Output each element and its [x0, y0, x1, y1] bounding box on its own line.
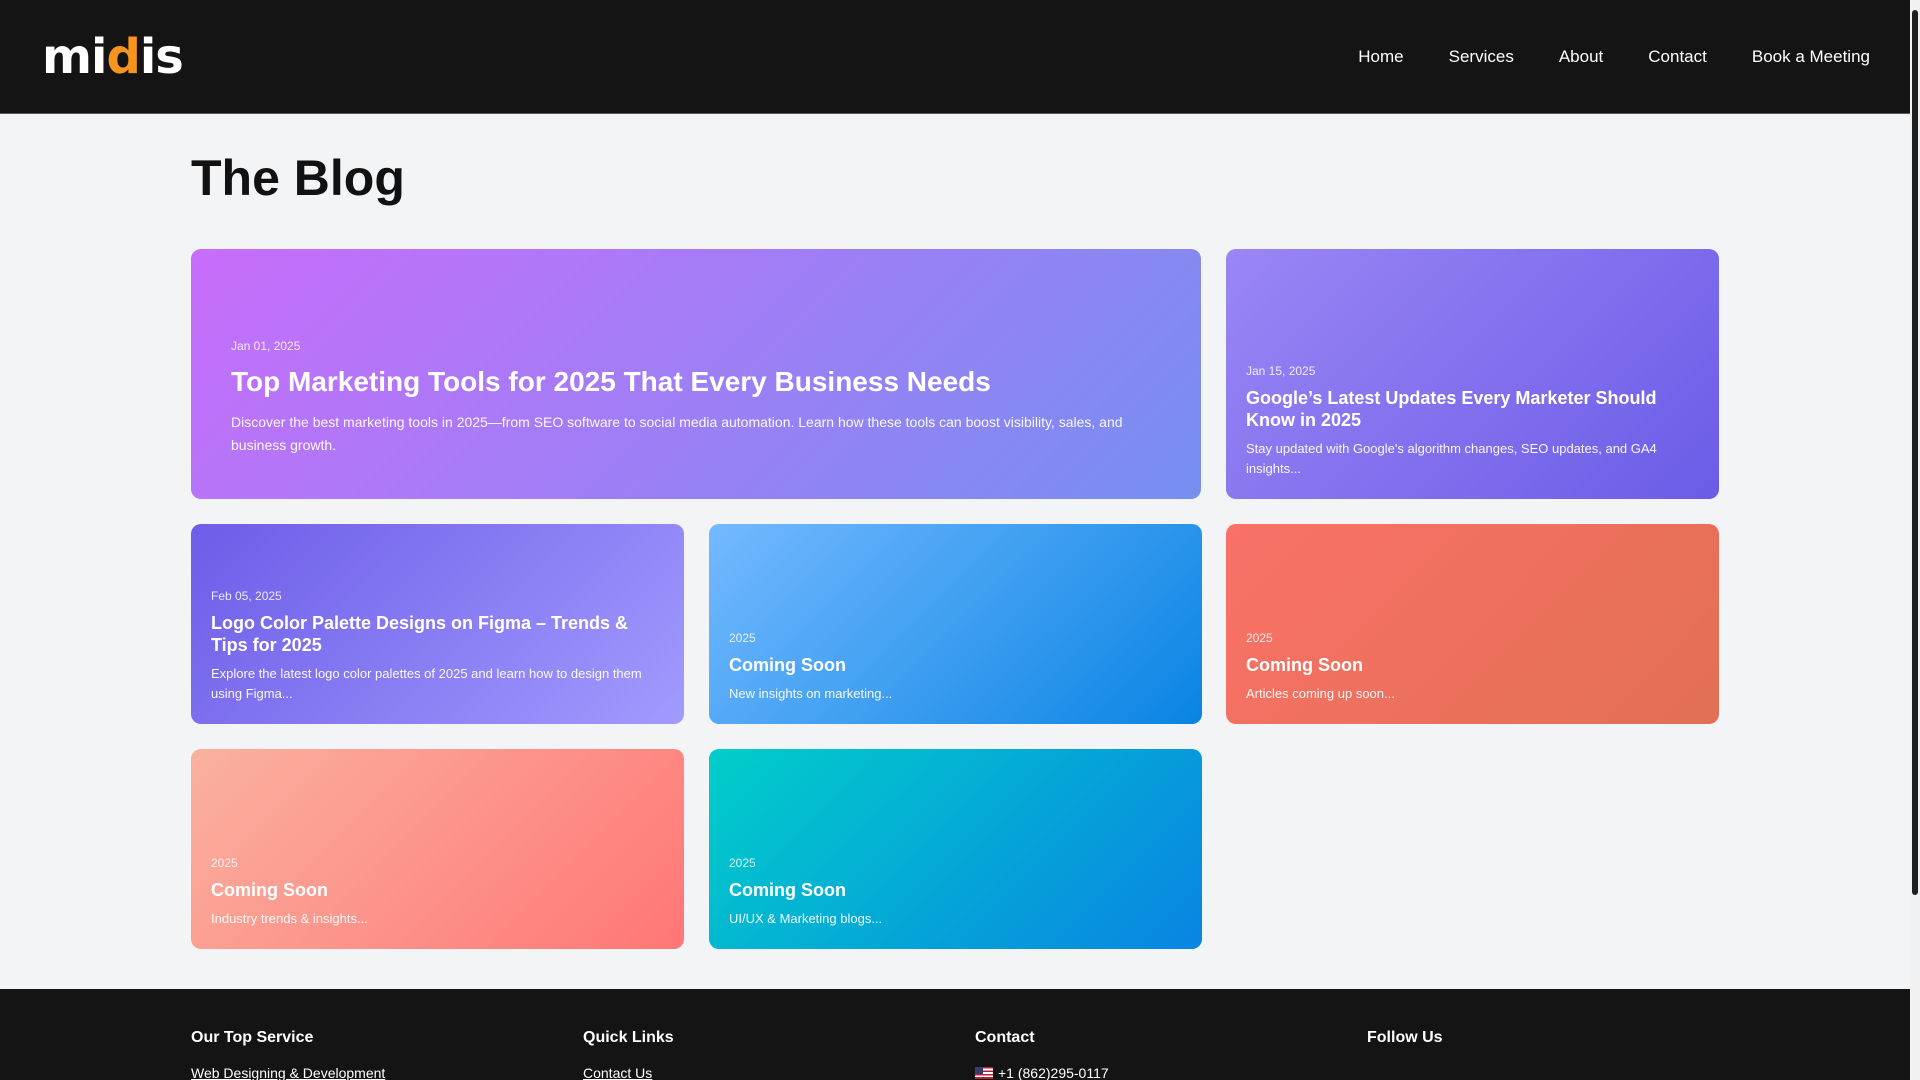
nav-services[interactable]: Services [1449, 47, 1514, 67]
nav-contact[interactable]: Contact [1648, 47, 1707, 67]
blog-card[interactable]: Jan 15, 2025 Google’s Latest Updates Eve… [1226, 249, 1719, 499]
card-date: Feb 05, 2025 [211, 588, 282, 603]
card-title: Google’s Latest Updates Every Marketer S… [1246, 387, 1657, 430]
logo-wordmark: midis [42, 28, 184, 85]
page-title: The Blog [191, 150, 405, 206]
site-logo[interactable]: midis [42, 33, 184, 81]
nav-about[interactable]: About [1559, 47, 1603, 67]
card-title: Logo Color Palette Designs on Figma – Tr… [211, 612, 629, 655]
footer-heading-service: Our Top Service [191, 1029, 314, 1046]
card-excerpt: Discover the best marketing tools in 202… [231, 413, 1123, 453]
main-nav: Home Services About Contact Book a Meeti… [1313, 47, 1870, 67]
card-title: Coming Soon [1246, 654, 1363, 675]
us-flag-icon [975, 1067, 993, 1079]
footer-phone[interactable]: +1 (862)295-0117 [975, 1065, 1109, 1080]
footer-link-contact-us[interactable]: Contact Us [583, 1065, 652, 1080]
blog-card[interactable]: 2025 Coming Soon UI/UX & Marketing blogs… [709, 749, 1202, 949]
footer-links-col: Quick Links Contact Us [583, 1029, 674, 1080]
card-excerpt: Articles coming up soon... [1246, 685, 1395, 701]
footer-link-web-design[interactable]: Web Designing & Development [191, 1065, 385, 1080]
page-scrollbar[interactable] [1910, 0, 1920, 1080]
card-excerpt: Stay updated with Google's algorithm cha… [1246, 440, 1657, 476]
footer-heading-links: Quick Links [583, 1029, 674, 1046]
blog-card[interactable]: 2025 Coming Soon Articles coming up soon… [1226, 524, 1719, 724]
card-date: Jan 01, 2025 [231, 338, 301, 353]
site-header: midis Home Services About Contact Book a… [0, 0, 1910, 114]
blog-card-featured[interactable]: Jan 01, 2025 Top Marketing Tools for 202… [191, 249, 1201, 499]
card-excerpt: New insights on marketing... [729, 685, 893, 701]
nav-book-meeting[interactable]: Book a Meeting [1752, 47, 1870, 67]
card-title: Coming Soon [729, 879, 846, 900]
card-date: 2025 [729, 855, 756, 870]
card-date: Jan 15, 2025 [1246, 363, 1316, 378]
card-date: 2025 [211, 855, 238, 870]
card-title: Coming Soon [729, 654, 846, 675]
card-date: 2025 [1246, 630, 1273, 645]
footer-service-col: Our Top Service Web Designing & Developm… [191, 1029, 385, 1080]
footer-heading-contact: Contact [975, 1029, 1035, 1046]
footer-heading-follow: Follow Us [1367, 1029, 1443, 1046]
footer-follow-col: Follow Us [1367, 1029, 1443, 1065]
card-excerpt: Explore the latest logo color palettes o… [211, 665, 642, 701]
card-excerpt: Industry trends & insights... [211, 910, 368, 926]
blog-card[interactable]: Feb 05, 2025 Logo Color Palette Designs … [191, 524, 684, 724]
card-title: Top Marketing Tools for 2025 That Every … [231, 365, 991, 397]
blog-card[interactable]: 2025 Coming Soon Industry trends & insig… [191, 749, 684, 949]
blog-card[interactable]: 2025 Coming Soon New insights on marketi… [709, 524, 1202, 724]
card-title: Coming Soon [211, 879, 328, 900]
scrollbar-thumb[interactable] [1912, 10, 1918, 895]
card-excerpt: UI/UX & Marketing blogs... [729, 910, 883, 926]
nav-home[interactable]: Home [1358, 47, 1403, 67]
card-date: 2025 [729, 630, 756, 645]
site-footer: Our Top Service Web Designing & Developm… [0, 989, 1910, 1080]
footer-contact-col: Contact +1 (862)295-0117 [975, 1029, 1109, 1080]
